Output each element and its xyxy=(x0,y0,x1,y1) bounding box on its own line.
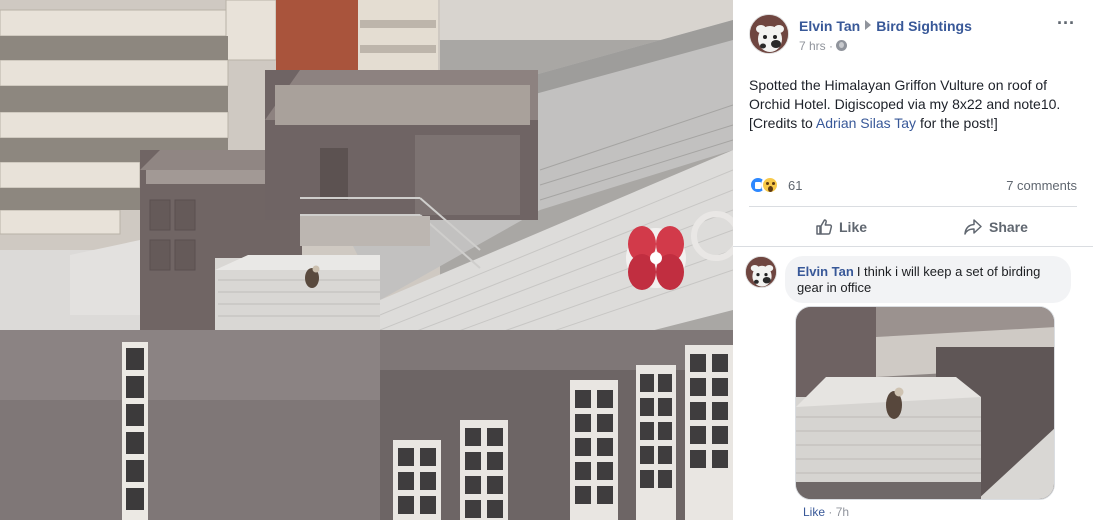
group-name-link[interactable]: Bird Sightings xyxy=(876,18,972,34)
author-name-link[interactable]: Elvin Tan xyxy=(799,18,860,34)
like-button-label: Like xyxy=(839,219,868,235)
comment-photo[interactable] xyxy=(795,306,1055,500)
thumbs-up-icon xyxy=(816,219,833,235)
share-button-label: Share xyxy=(989,219,1028,235)
comment-footer: Like · 7h xyxy=(803,505,849,519)
reactions-divider xyxy=(749,206,1077,207)
wow-reaction-icon[interactable] xyxy=(761,176,779,194)
comment-time[interactable]: 7h xyxy=(836,505,849,519)
commenter-avatar[interactable] xyxy=(745,256,777,288)
credits-prefix: [Credits to xyxy=(749,115,816,131)
post-text-line-2: Orchid Hotel. Digiscoped via my 8x22 and… xyxy=(749,96,1061,112)
post-actions: Like Share xyxy=(749,212,1077,242)
comment-like-link[interactable]: Like xyxy=(803,505,825,519)
like-button[interactable]: Like xyxy=(815,212,867,242)
post-meta: 7 hrs · xyxy=(799,39,848,53)
share-button[interactable]: Share xyxy=(963,212,1028,242)
comment-count-link[interactable]: 7 comments xyxy=(1006,178,1077,193)
vulture-on-roof-photo xyxy=(0,0,733,520)
post-time[interactable]: 7 hrs xyxy=(799,39,826,53)
header-title-line: Elvin Tan Bird Sightings xyxy=(799,18,972,34)
commenter-avatar-image xyxy=(746,257,776,287)
comment-bubble: Elvin Tan I think i will keep a set of bi… xyxy=(785,256,1071,303)
globe-icon xyxy=(836,40,848,51)
actions-divider xyxy=(733,246,1093,247)
credited-user-link[interactable]: Adrian Silas Tay xyxy=(816,115,916,131)
post-header: Elvin Tan Bird Sightings 7 hrs · ··· xyxy=(749,14,1079,58)
share-arrow-icon xyxy=(964,219,982,235)
reaction-count[interactable]: 61 xyxy=(788,178,802,193)
post-photo[interactable] xyxy=(0,0,733,520)
orchid-logo xyxy=(626,226,686,290)
post-side-panel: Elvin Tan Bird Sightings 7 hrs · ··· Spot… xyxy=(733,0,1093,520)
post-text-line-1: Spotted the Himalayan Griffon Vulture on… xyxy=(749,77,1048,93)
author-avatar[interactable] xyxy=(749,14,789,54)
avatar-cow-image xyxy=(750,15,788,53)
comment-vulture-photo xyxy=(796,307,1054,499)
meta-separator: · xyxy=(829,39,834,53)
post-body-text: Spotted the Himalayan Griffon Vulture on… xyxy=(749,76,1084,133)
comment-footer-separator: · xyxy=(828,505,833,519)
credits-suffix: for the post!] xyxy=(916,115,998,131)
commenter-name-link[interactable]: Elvin Tan xyxy=(797,264,854,279)
group-arrow-icon xyxy=(865,20,872,30)
post-text-line-3: [Credits to Adrian Silas Tay for the pos… xyxy=(749,114,1084,133)
more-options-button[interactable]: ··· xyxy=(1057,14,1075,32)
reactions-bar: 61 7 comments xyxy=(749,176,1077,196)
